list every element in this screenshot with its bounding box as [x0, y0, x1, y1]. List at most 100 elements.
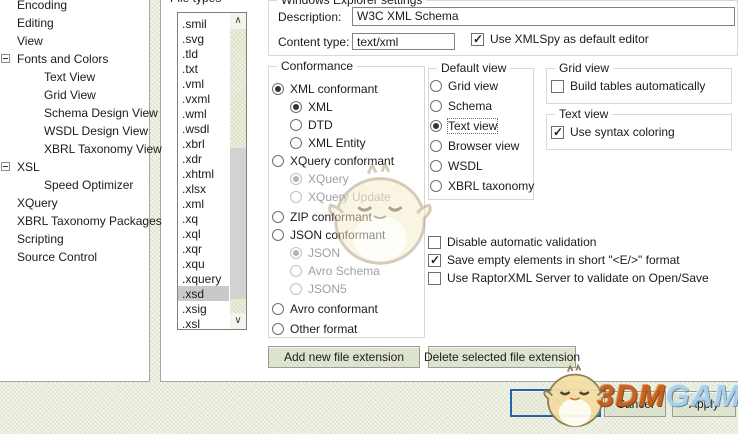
- tree-item[interactable]: Text View: [0, 68, 147, 86]
- collapse-minus-icon[interactable]: [1, 162, 10, 171]
- file-type-item[interactable]: .xq: [178, 211, 229, 226]
- description-input[interactable]: W3C XML Schema: [352, 7, 735, 26]
- apply-button[interactable]: Apply: [672, 391, 736, 417]
- radio-option[interactable]: Grid view: [430, 76, 532, 96]
- tree-item[interactable]: Source Control: [0, 248, 147, 266]
- file-type-item[interactable]: .smil: [178, 16, 229, 31]
- radio-option[interactable]: DTD: [270, 116, 423, 134]
- file-type-item[interactable]: .xsd: [178, 286, 229, 301]
- file-type-item[interactable]: .wsdl: [178, 121, 229, 136]
- radio-option[interactable]: Schema: [430, 96, 532, 116]
- file-type-item[interactable]: .xsig: [178, 301, 229, 316]
- radio-option[interactable]: Other format: [270, 320, 423, 338]
- radio-icon[interactable]: [430, 140, 442, 152]
- radio-option[interactable]: XBRL taxonomy: [430, 176, 534, 196]
- radio-option[interactable]: XQuery: [270, 170, 423, 188]
- content-type-input[interactable]: text/xml: [352, 33, 455, 50]
- file-type-item[interactable]: .xdr: [178, 151, 229, 166]
- file-type-item[interactable]: .xsl: [178, 316, 229, 331]
- checkbox-option[interactable]: Disable automatic validation: [428, 233, 738, 251]
- add-file-extension-button[interactable]: Add new file extension: [268, 346, 420, 368]
- tree-item[interactable]: Schema Design View: [0, 104, 158, 122]
- file-type-item[interactable]: .tld: [178, 46, 229, 61]
- radio-option[interactable]: Avro conformant: [270, 300, 423, 318]
- file-type-item[interactable]: .xqu: [178, 256, 229, 271]
- radio-option[interactable]: XML Entity: [270, 134, 423, 152]
- radio-option[interactable]: ZIP conformant: [270, 208, 423, 226]
- file-type-item[interactable]: .xquery: [178, 271, 229, 286]
- cancel-button[interactable]: Cancel: [604, 391, 666, 417]
- checkbox-icon[interactable]: [428, 253, 441, 267]
- file-type-item[interactable]: .xlsx: [178, 181, 229, 196]
- collapse-minus-icon[interactable]: [1, 54, 10, 63]
- checkbox-option[interactable]: Use RaptorXML Server to validate on Open…: [428, 269, 738, 287]
- checkbox-icon[interactable]: [551, 125, 564, 139]
- radio-icon[interactable]: [272, 211, 284, 223]
- radio-option[interactable]: XQuery conformant: [270, 152, 423, 170]
- tree-item[interactable]: XBRL Taxonomy Packages: [0, 212, 162, 230]
- file-type-item[interactable]: .txt: [178, 61, 229, 76]
- file-type-item[interactable]: .xql: [178, 226, 229, 241]
- checkbox-icon[interactable]: [428, 271, 441, 285]
- tree-item[interactable]: Editing: [0, 14, 147, 32]
- radio-icon[interactable]: [290, 119, 302, 131]
- radio-option[interactable]: XQuery Update: [270, 188, 423, 206]
- radio-icon[interactable]: [430, 120, 442, 132]
- tree-item[interactable]: WSDL Design View: [0, 122, 148, 140]
- delete-file-extension-button[interactable]: Delete selected file extension: [424, 346, 580, 368]
- radio-option[interactable]: Text view: [430, 116, 532, 136]
- build-tables-checkbox-row[interactable]: Build tables automatically: [551, 79, 705, 93]
- default-editor-checkbox-row[interactable]: Use XMLSpy as default editor: [471, 32, 649, 46]
- radio-icon[interactable]: [290, 101, 302, 113]
- radio-icon[interactable]: [290, 283, 302, 295]
- radio-icon[interactable]: [290, 173, 302, 185]
- tree-item[interactable]: Fonts and Colors: [0, 50, 147, 68]
- file-type-item[interactable]: .xml: [178, 196, 229, 211]
- radio-option[interactable]: Browser view: [430, 136, 532, 156]
- scrollbar-thumb[interactable]: [230, 148, 246, 299]
- tree-item[interactable]: Speed Optimizer: [0, 176, 147, 194]
- file-type-item[interactable]: .xbrl: [178, 136, 229, 151]
- radio-option[interactable]: XML: [270, 98, 423, 116]
- scroll-down-icon[interactable]: ∨: [230, 313, 246, 329]
- radio-icon[interactable]: [430, 180, 442, 192]
- radio-icon[interactable]: [290, 191, 302, 203]
- file-type-item[interactable]: .xqr: [178, 241, 229, 256]
- radio-icon[interactable]: [272, 303, 284, 315]
- tree-item[interactable]: Grid View: [0, 86, 147, 104]
- radio-icon[interactable]: [290, 265, 302, 277]
- scroll-up-icon[interactable]: ∧: [230, 13, 246, 29]
- radio-option[interactable]: JSON5: [270, 280, 423, 298]
- syntax-coloring-checkbox-row[interactable]: Use syntax coloring: [551, 125, 675, 139]
- tree-item[interactable]: View: [0, 32, 147, 50]
- radio-icon[interactable]: [290, 247, 302, 259]
- radio-icon[interactable]: [272, 155, 284, 167]
- tree-item[interactable]: XSL: [0, 158, 147, 176]
- file-type-item[interactable]: .vxml: [178, 91, 229, 106]
- tree-item[interactable]: Encoding: [0, 0, 147, 14]
- checkbox-icon[interactable]: [551, 79, 564, 93]
- ok-button[interactable]: OK: [510, 389, 601, 417]
- radio-option[interactable]: JSON conformant: [270, 226, 423, 244]
- radio-option[interactable]: Avro Schema: [270, 262, 423, 280]
- radio-option[interactable]: WSDL: [430, 156, 532, 176]
- checkbox-icon[interactable]: [428, 235, 441, 249]
- tree-item[interactable]: Scripting: [0, 230, 147, 248]
- file-types-scrollbar[interactable]: ∧ ∨: [230, 13, 246, 329]
- radio-icon[interactable]: [272, 83, 284, 95]
- radio-option[interactable]: XML conformant: [270, 80, 423, 98]
- file-type-item[interactable]: .svg: [178, 31, 229, 46]
- radio-icon[interactable]: [272, 323, 284, 335]
- file-type-item[interactable]: .xhtml: [178, 166, 229, 181]
- radio-option[interactable]: JSON: [270, 244, 423, 262]
- radio-icon[interactable]: [290, 137, 302, 149]
- checkbox-icon[interactable]: [471, 32, 484, 46]
- file-type-item[interactable]: .wml: [178, 106, 229, 121]
- tree-item[interactable]: XBRL Taxonomy View: [0, 140, 162, 158]
- radio-icon[interactable]: [430, 80, 442, 92]
- radio-icon[interactable]: [430, 100, 442, 112]
- radio-icon[interactable]: [430, 160, 442, 172]
- radio-icon[interactable]: [272, 229, 284, 241]
- file-type-item[interactable]: .vml: [178, 76, 229, 91]
- checkbox-option[interactable]: Save empty elements in short "<E/>" form…: [428, 251, 738, 269]
